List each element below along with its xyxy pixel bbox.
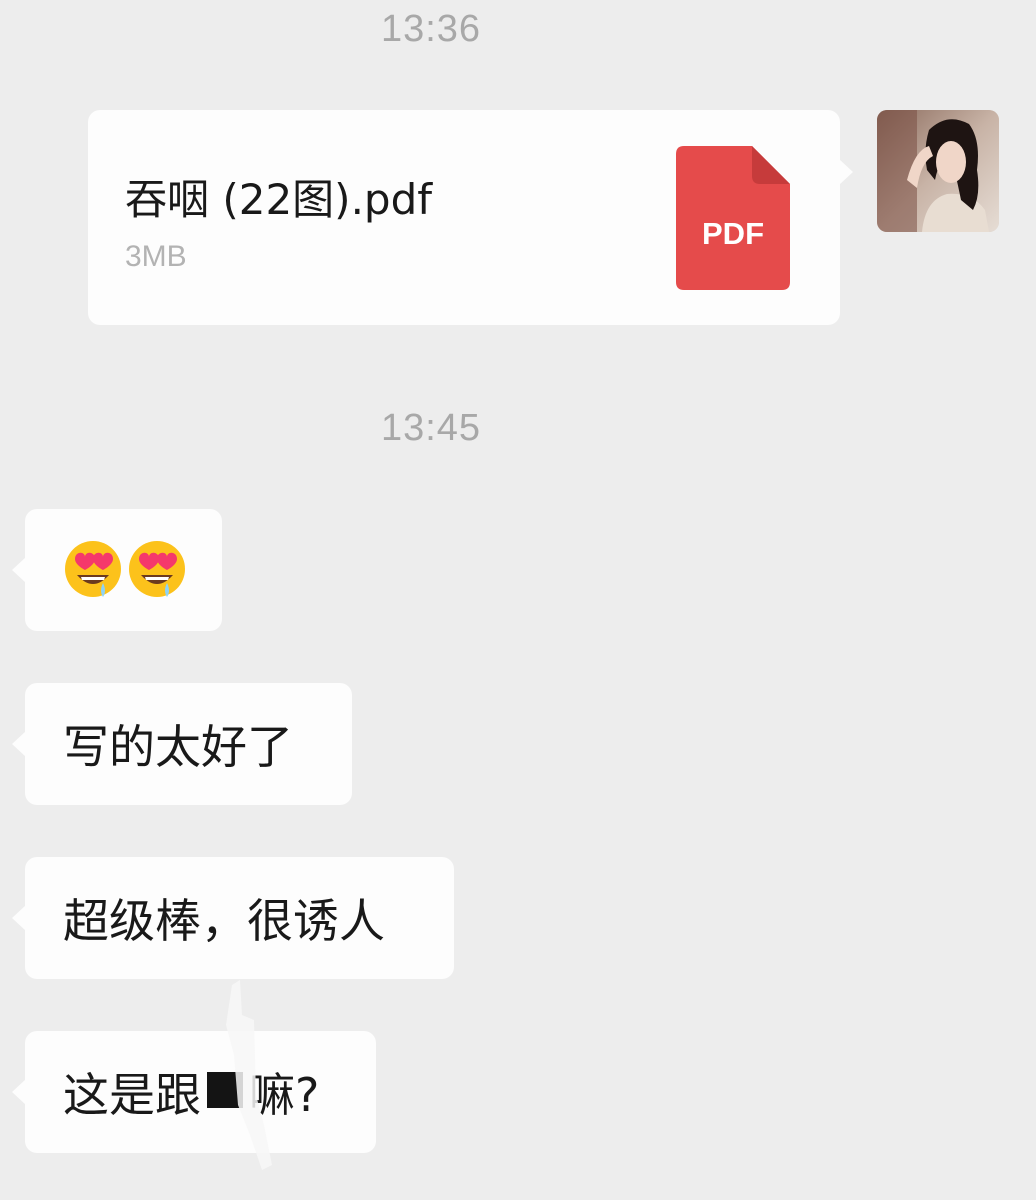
message-bubble[interactable]: 这是跟 嘛? (12, 1031, 376, 1153)
message-bubble[interactable] (12, 509, 222, 631)
redaction-block (207, 1072, 243, 1108)
timestamp: 13:45 (380, 407, 482, 449)
file-size: 3MB (125, 240, 187, 273)
message-bubble[interactable]: 超级棒，很诱人 (12, 857, 454, 979)
file-message-bubble[interactable]: 吞咽 (22图).pdf 3MB PDF (88, 110, 853, 325)
timestamp: 13:36 (380, 8, 482, 50)
message-text: 写的太好了 (63, 720, 293, 774)
heart-eyes-drooling-emoji (129, 541, 185, 597)
avatar-photo (877, 110, 999, 232)
pdf-file-icon: PDF (676, 146, 790, 290)
heart-eyes-drooling-emoji (65, 541, 121, 597)
message-text: 超级棒，很诱人 (63, 894, 385, 948)
message-bubble[interactable]: 写的太好了 (12, 683, 352, 805)
message-text-suffix: 嘛? (249, 1068, 320, 1122)
message-text-prefix: 这是跟 (63, 1068, 201, 1122)
pdf-icon-label: PDF (702, 216, 764, 251)
file-name: 吞咽 (22图).pdf (125, 175, 433, 224)
avatar[interactable] (877, 110, 999, 232)
emoji-row (63, 539, 187, 601)
